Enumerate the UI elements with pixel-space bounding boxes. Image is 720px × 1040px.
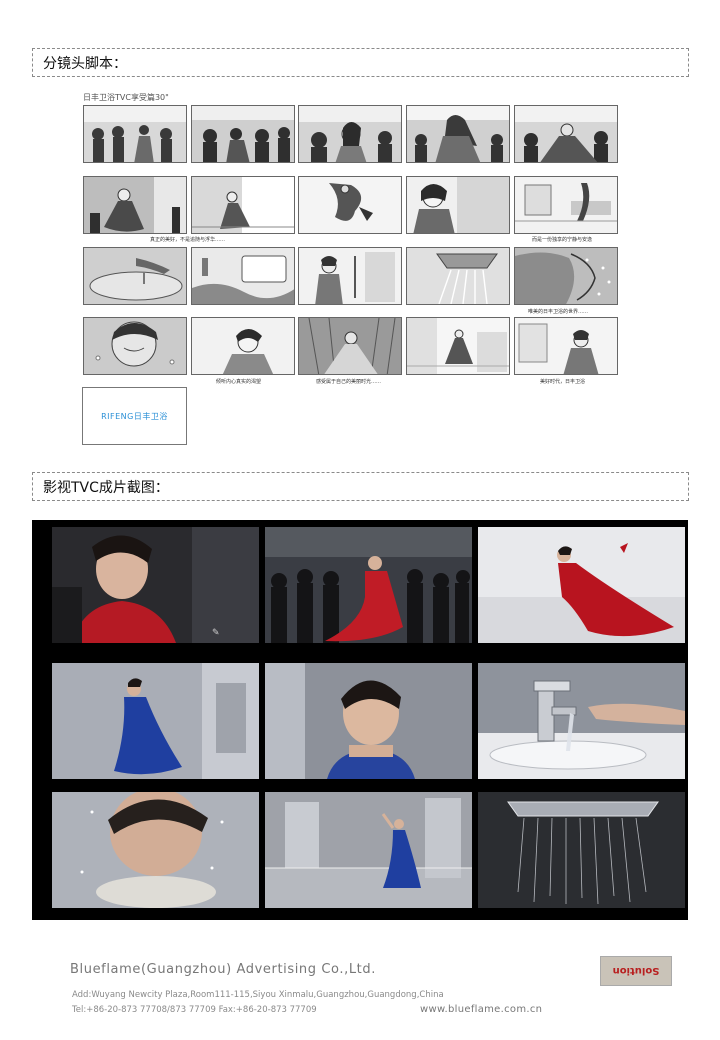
storyboard-caption: 唯美的日丰卫浴的世界……: [528, 309, 589, 315]
storyboard-panel: [191, 247, 295, 305]
film-heading-text: 影视TVC成片截图：: [43, 480, 169, 496]
tvc-still-red-dress-floating: [478, 527, 685, 643]
storyboard-panel: [514, 317, 618, 375]
storyboard-section-heading: 分镜头脚本：: [32, 48, 689, 77]
storyboard-panel: [514, 176, 618, 234]
tvc-stills-grid: ✎: [32, 520, 688, 920]
storyboard-panel: [298, 247, 402, 305]
tvc-still-face-water: [52, 792, 259, 908]
rifeng-logo: RIFENG日丰卫浴: [101, 411, 168, 421]
storyboard-caption: 真正的美好，不是追随与浮华……: [150, 237, 226, 243]
storyboard-panel: [298, 105, 402, 163]
tvc-still-blue-dress-portrait: [265, 663, 472, 779]
storyboard-caption: 感受属于自己的美丽时光……: [316, 379, 382, 385]
storyboard-panel: [514, 105, 618, 163]
storyboard-panel: [514, 247, 618, 305]
tvc-still-red-dress-paparazzi: [265, 527, 472, 643]
tvc-still-rain-shower: [478, 792, 685, 908]
tvc-still-blue-dress-walking: [52, 663, 259, 779]
footer-address: Add:Wuyang Newcity Plaza,Room111-115,Siy…: [72, 990, 444, 1000]
rifeng-logo-card: RIFENG日丰卫浴: [82, 387, 187, 445]
storyboard-panel: [191, 105, 295, 163]
film-section-heading: 影视TVC成片截图：: [32, 472, 689, 501]
tvc-still-faucet-hand: [478, 663, 685, 779]
footer-website: www.blueflame.com.cn: [420, 1004, 543, 1015]
storyboard-panel: [298, 176, 402, 234]
storyboard-panel: [406, 176, 510, 234]
storyboard-panel: [298, 317, 402, 375]
storyboard-panel: [83, 176, 187, 234]
storyboard-panel: [406, 247, 510, 305]
storyboard-heading-text: 分镜头脚本：: [43, 56, 127, 72]
storyboard-caption: 美好时代，日丰卫浴: [540, 379, 586, 385]
storyboard-panel: [191, 317, 295, 375]
tvc-still-woman-red-dress-closeup: ✎: [52, 527, 259, 643]
storyboard-panel: [191, 176, 295, 234]
svg-text:✎: ✎: [212, 628, 220, 638]
storyboard-caption: 而是一份独享的宁静与安逸: [532, 237, 593, 243]
storyboard-panel: [406, 105, 510, 163]
footer-phone: Tel:+86-20-873 77708/873 77709 Fax:+86-2…: [72, 1005, 317, 1015]
solution-badge: Solution: [600, 956, 672, 986]
storyboard-panel: [83, 105, 187, 163]
tvc-still-blue-dress-bathroom: [265, 792, 472, 908]
solution-text: Solution: [612, 965, 660, 977]
footer-company-name: Blueflame(Guangzhou) Advertising Co.,Ltd…: [70, 962, 376, 977]
storyboard-title: 日丰卫浴TVC享受篇30": [83, 93, 169, 102]
storyboard-caption: 倾听内心真实的渴望: [216, 379, 262, 385]
storyboard-panel: [83, 247, 187, 305]
storyboard-panel: [406, 317, 510, 375]
storyboard-panel: [83, 317, 187, 375]
